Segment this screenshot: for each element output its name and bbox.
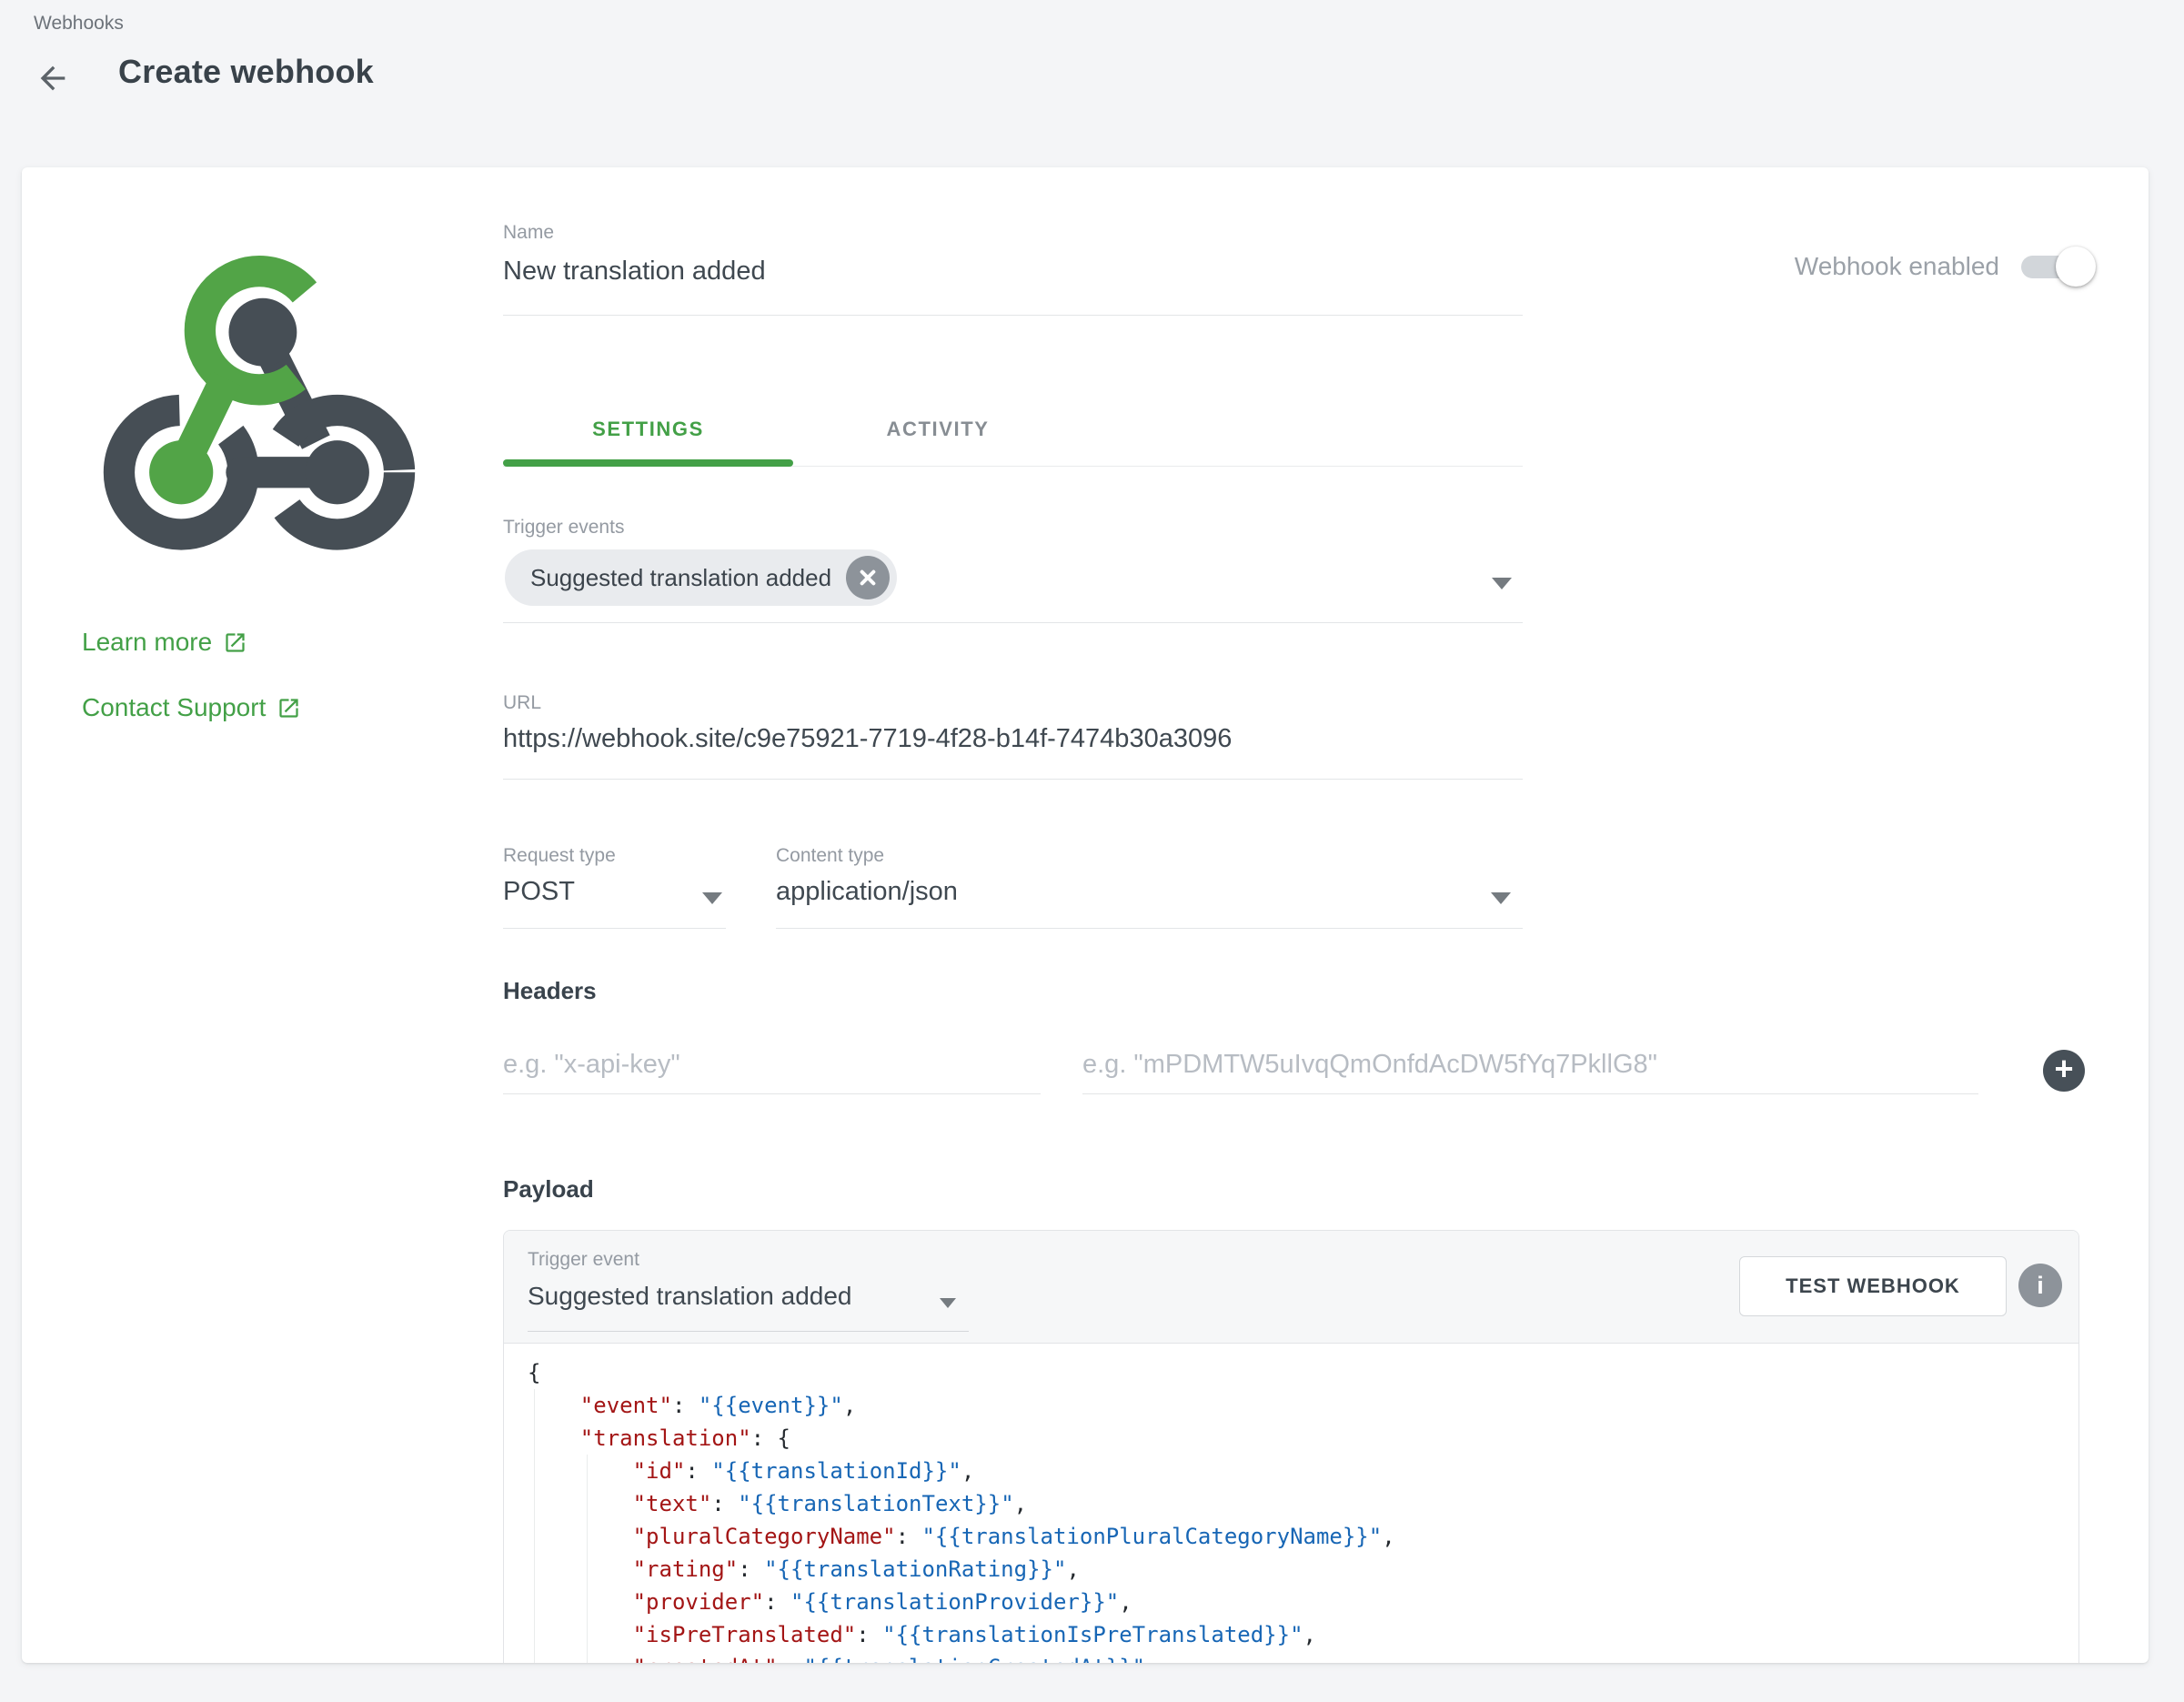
contact-support-link[interactable]: Contact Support — [82, 693, 301, 722]
code-line: "provider": "{{translationProvider}}", — [528, 1586, 2078, 1618]
payload-trigger-event-select[interactable]: Suggested translation added — [528, 1282, 852, 1311]
indent-guide — [587, 1455, 588, 1663]
webhook-enabled-row: Webhook enabled — [1677, 244, 2096, 289]
webhook-logo — [82, 233, 437, 588]
toggle-knob — [2056, 247, 2096, 287]
payload-code-editor[interactable]: { "event": "{{event}}", "translation": {… — [504, 1344, 2078, 1663]
page-title: Create webhook — [118, 53, 374, 91]
add-header-button[interactable]: + — [2043, 1050, 2085, 1092]
code-line: "createdAt": "{{translationCreatedAt}}", — [528, 1651, 2078, 1663]
breadcrumb[interactable]: Webhooks — [34, 13, 124, 35]
request-type-label: Request type — [503, 845, 616, 867]
request-type-underline — [503, 928, 726, 929]
webhook-enabled-label: Webhook enabled — [1795, 252, 1999, 281]
payload-panel-header: Trigger event Suggested translation adde… — [504, 1231, 2078, 1344]
name-underline — [503, 315, 1523, 316]
webhook-enabled-toggle[interactable] — [2021, 253, 2090, 280]
header-key-input[interactable] — [503, 1036, 1041, 1094]
chevron-down-icon[interactable] — [1491, 892, 1511, 904]
info-icon[interactable]: i — [2018, 1264, 2062, 1307]
code-line: "event": "{{event}}", — [528, 1389, 2078, 1422]
content-type-underline — [776, 928, 1523, 929]
name-input[interactable]: New translation added — [503, 257, 766, 287]
external-link-icon — [223, 630, 247, 655]
code-line: "pluralCategoryName": "{{translationPlur… — [528, 1520, 2078, 1553]
chip-remove-icon[interactable] — [846, 556, 890, 599]
external-link-icon — [277, 696, 301, 720]
request-type-select[interactable]: POST — [503, 877, 575, 907]
payload-heading: Payload — [503, 1175, 594, 1203]
url-input[interactable]: https://webhook.site/c9e75921-7719-4f28-… — [503, 724, 1232, 754]
trigger-events-label: Trigger events — [503, 517, 624, 539]
content-type-label: Content type — [776, 845, 884, 867]
code-line: "rating": "{{translationRating}}", — [528, 1553, 2078, 1586]
back-button[interactable] — [31, 56, 75, 100]
chevron-down-icon[interactable] — [940, 1298, 956, 1308]
chevron-down-icon[interactable] — [1492, 578, 1512, 589]
indent-guide — [534, 1389, 535, 1663]
code-line: "isPreTranslated": "{{translationIsPreTr… — [528, 1618, 2078, 1651]
contact-support-label: Contact Support — [82, 693, 266, 722]
content-type-select[interactable]: application/json — [776, 877, 958, 907]
payload-trigger-event-label: Trigger event — [528, 1249, 639, 1271]
webhook-card: Learn more Contact Support Name New tran… — [22, 167, 2149, 1663]
code-line: "id": "{{translationId}}", — [528, 1455, 2078, 1487]
name-label: Name — [503, 222, 554, 244]
payload-trigger-event-underline — [528, 1331, 969, 1332]
trigger-event-chip[interactable]: Suggested translation added — [505, 549, 897, 606]
tab-activity[interactable]: ACTIVITY — [793, 399, 1082, 459]
url-label: URL — [503, 692, 541, 714]
chevron-down-icon[interactable] — [702, 892, 722, 904]
active-tab-indicator — [503, 459, 793, 467]
test-webhook-button[interactable]: TEST WEBHOOK — [1739, 1256, 2007, 1316]
payload-panel: Trigger event Suggested translation adde… — [503, 1230, 2079, 1663]
header-value-input[interactable] — [1082, 1036, 1978, 1094]
code-line: "text": "{{translationText}}", — [528, 1487, 2078, 1520]
headers-heading: Headers — [503, 977, 597, 1005]
code-line: { — [528, 1356, 2078, 1389]
chip-label: Suggested translation added — [530, 564, 831, 592]
arrow-back-icon — [35, 60, 71, 96]
url-underline — [503, 779, 1523, 780]
learn-more-link[interactable]: Learn more — [82, 628, 247, 657]
trigger-events-underline — [503, 622, 1523, 623]
tab-settings[interactable]: SETTINGS — [503, 399, 793, 459]
learn-more-label: Learn more — [82, 628, 212, 657]
code-line: "translation": { — [528, 1422, 2078, 1455]
